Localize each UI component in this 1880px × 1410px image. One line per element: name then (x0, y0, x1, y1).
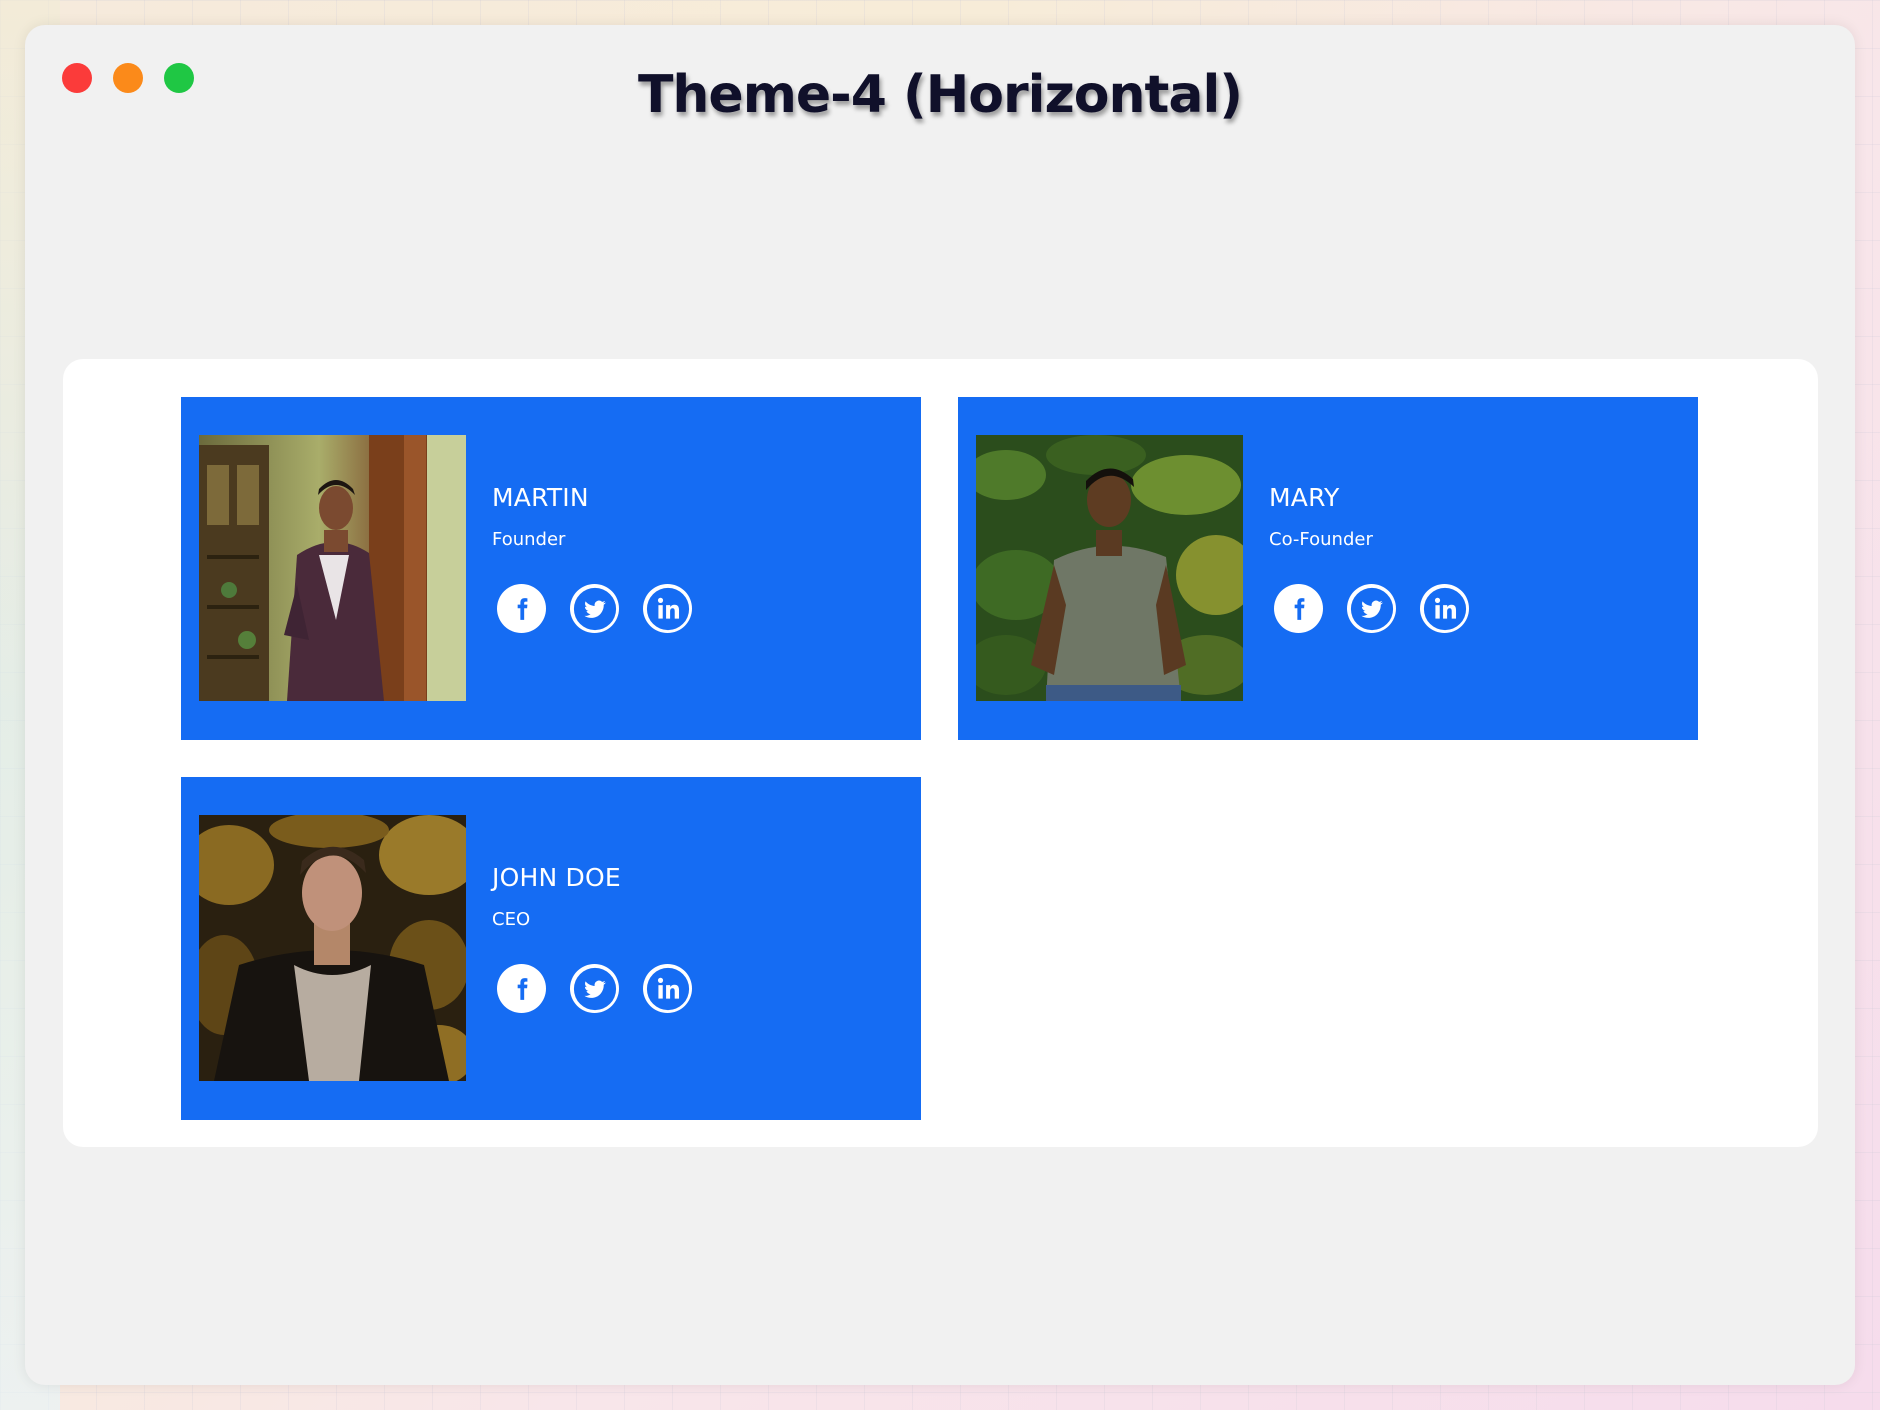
facebook-button[interactable] (497, 964, 546, 1013)
team-card-john-doe: JOHN DOE CEO (181, 777, 921, 1120)
facebook-icon (517, 977, 527, 1000)
member-name: MARTIN (492, 483, 589, 512)
linkedin-icon (646, 967, 689, 1010)
twitter-button[interactable] (570, 964, 619, 1013)
linkedin-button[interactable] (643, 964, 692, 1013)
linkedin-icon (1423, 587, 1466, 630)
member-photo (976, 435, 1243, 701)
member-info: MARTIN Founder (492, 483, 692, 633)
facebook-button[interactable] (497, 584, 546, 633)
linkedin-icon (646, 587, 689, 630)
facebook-icon (517, 597, 527, 620)
team-panel: MARTIN Founder MARY Co-Founder JOHN DOE … (63, 359, 1818, 1147)
app-window: Theme-4 (Horizontal) MARTIN Founder MARY… (25, 25, 1855, 1385)
member-role: Founder (492, 529, 566, 550)
member-name: JOHN DOE (492, 863, 621, 892)
team-card-martin: MARTIN Founder (181, 397, 921, 740)
page-title: Theme-4 (Horizontal) (637, 65, 1243, 125)
twitter-button[interactable] (1347, 584, 1396, 633)
member-info: MARY Co-Founder (1269, 483, 1469, 633)
linkedin-button[interactable] (1420, 584, 1469, 633)
social-links (497, 964, 692, 1013)
twitter-button[interactable] (570, 584, 619, 633)
linkedin-button[interactable] (643, 584, 692, 633)
member-name: MARY (1269, 483, 1340, 512)
member-role: Co-Founder (1269, 529, 1373, 550)
twitter-icon (573, 587, 616, 630)
facebook-button[interactable] (1274, 584, 1323, 633)
facebook-icon (1294, 597, 1304, 620)
twitter-icon (1350, 587, 1393, 630)
member-role: CEO (492, 909, 531, 930)
member-photo (199, 815, 466, 1081)
member-photo (199, 435, 466, 701)
member-info: JOHN DOE CEO (492, 863, 692, 1013)
social-links (497, 584, 692, 633)
team-card-mary: MARY Co-Founder (958, 397, 1698, 740)
social-links (1274, 584, 1469, 633)
twitter-icon (573, 967, 616, 1010)
